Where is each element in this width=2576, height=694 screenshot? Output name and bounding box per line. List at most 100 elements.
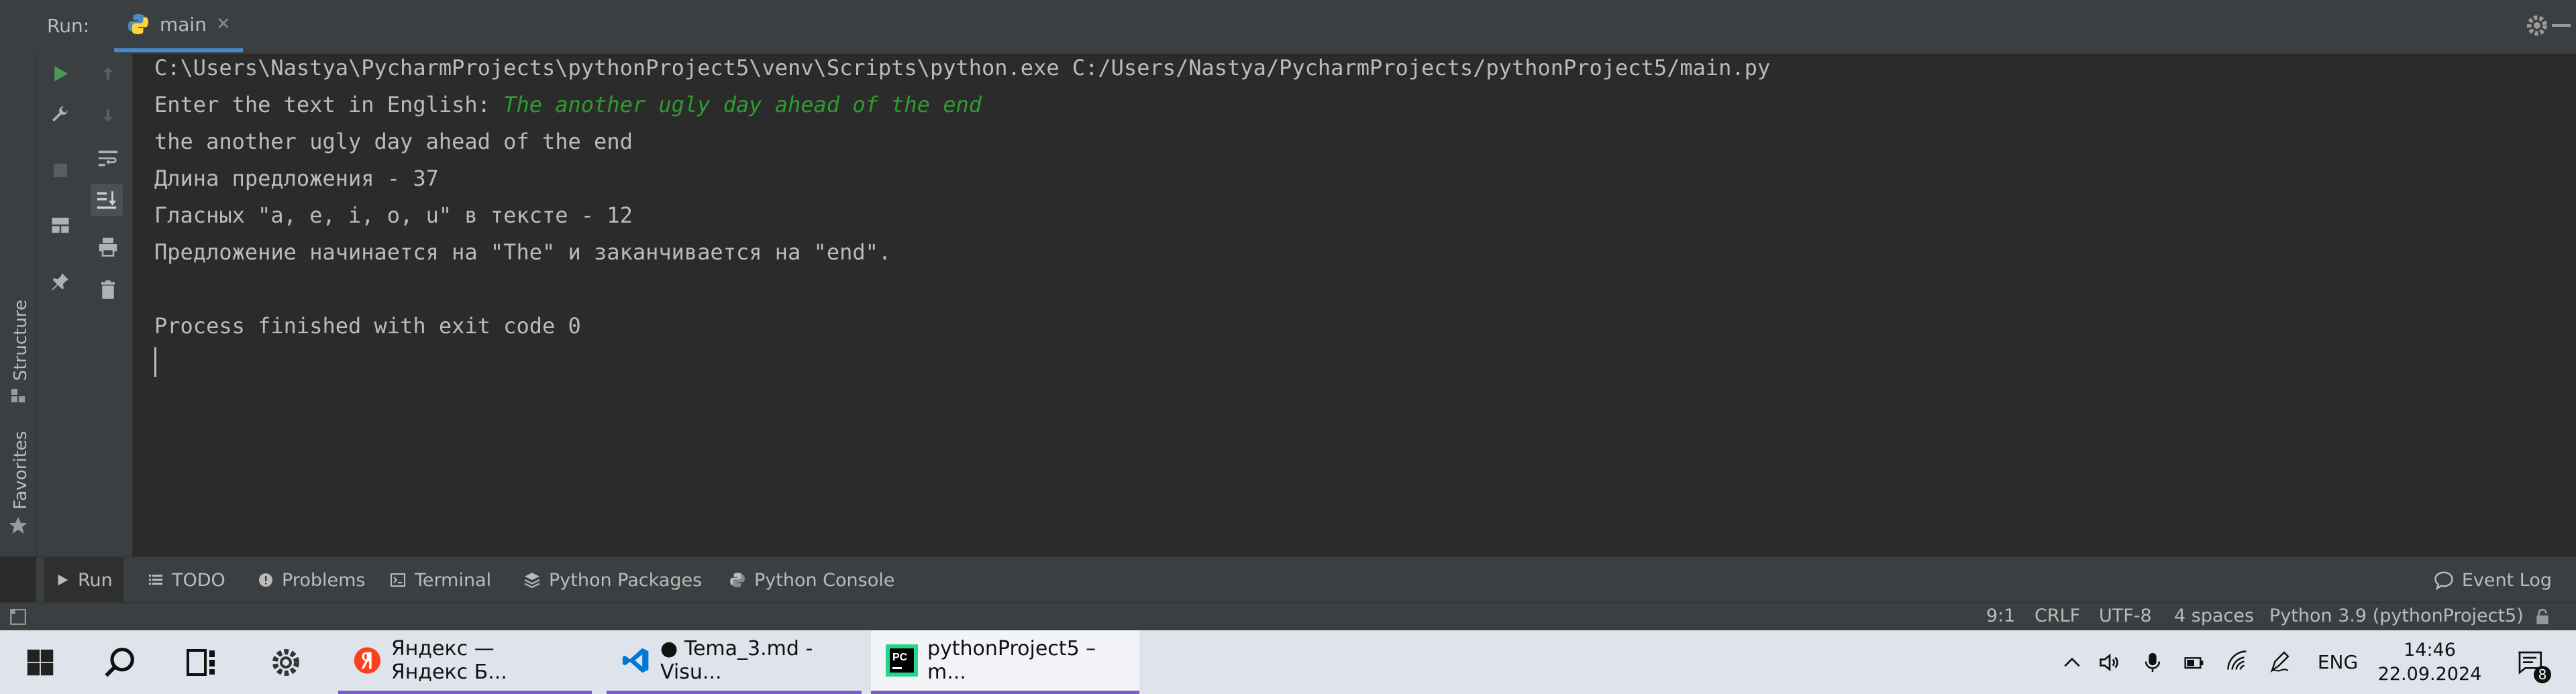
console-user-input: The another ugly day ahead of the end (503, 92, 982, 117)
tab-main[interactable]: main ✕ (114, 0, 243, 52)
console-line: Предложение начинается на "The" и заканч… (154, 239, 892, 265)
task-view-button[interactable] (174, 630, 228, 694)
stop-icon (54, 164, 67, 177)
chevron-up-icon (2064, 657, 2080, 667)
arrow-down-icon (103, 109, 113, 122)
console-line: Длина предложения - 37 (154, 166, 439, 191)
caret-position[interactable]: 9:1 (1986, 605, 2015, 626)
wrench-icon (52, 106, 68, 122)
taskbar-app-vscode[interactable]: ● Tema_3.md - Visu... (607, 630, 862, 694)
console-prompt: Enter the text in English: (154, 92, 504, 117)
star-icon (9, 516, 28, 534)
search-button[interactable] (94, 630, 148, 694)
minimize-icon[interactable] (2552, 24, 2571, 27)
pen-button[interactable] (2265, 630, 2295, 694)
down-button[interactable] (92, 99, 124, 131)
console-line: Process finished with exit code 0 (154, 313, 581, 339)
restore-layout-button[interactable] (44, 209, 76, 241)
play-icon (58, 574, 68, 586)
taskbar-app-pycharm[interactable]: PC pythonProject5 – m... (871, 630, 1139, 694)
tab-python-console[interactable]: Python Console (718, 557, 905, 603)
speech-bubble-icon (2434, 571, 2453, 590)
clear-all-button[interactable] (92, 274, 124, 306)
svg-text:PC: PC (892, 652, 908, 663)
wrap-icon (98, 150, 118, 167)
rerun-button[interactable] (44, 58, 76, 90)
event-log-button[interactable]: Event Log (2423, 557, 2563, 603)
python-icon (730, 573, 745, 587)
taskbar-app-label: Яндекс — Яндекс Б... (391, 637, 507, 684)
tab-terminal-label: Terminal (415, 569, 492, 591)
pin-tab-button[interactable] (44, 266, 76, 298)
input-language[interactable]: ENG (2308, 630, 2367, 694)
start-button[interactable] (13, 630, 67, 694)
edit-config-button[interactable] (44, 99, 76, 131)
clock[interactable]: 14:46 22.09.2024 (2373, 630, 2487, 694)
terminal-icon (391, 573, 405, 587)
favorites-tool-button[interactable]: Favorites (5, 431, 31, 543)
tab-todo[interactable]: TODO (137, 557, 236, 603)
run-tool-header (36, 0, 2576, 54)
wifi-icon (2227, 650, 2247, 670)
battery-icon (2184, 656, 2204, 669)
taskbar-app-yandex[interactable]: Яндекс — Яндекс Б... (338, 630, 592, 694)
tab-python-packages-label: Python Packages (549, 569, 703, 591)
windows-taskbar: Яндекс — Яндекс Б... ● Tema_3.md - Visu.… (0, 630, 2576, 694)
run-toolbar-secondary (84, 54, 133, 557)
scroll-end-icon (97, 191, 117, 209)
settings-button[interactable] (259, 630, 313, 694)
line-separator[interactable]: CRLF (2034, 605, 2080, 626)
console-prompt-line: Enter the text in English: The another u… (154, 92, 982, 117)
python-interpreter[interactable]: Python 3.9 (pythonProject5) (2269, 605, 2524, 626)
close-icon[interactable]: ✕ (216, 14, 231, 34)
up-button[interactable] (92, 58, 124, 90)
clock-date: 22.09.2024 (2377, 663, 2482, 685)
tray-overflow-button[interactable] (2057, 630, 2087, 694)
indent-setting[interactable]: 4 spaces (2174, 605, 2254, 626)
tool-windows-toggle-icon[interactable] (9, 608, 27, 626)
print-button[interactable] (92, 231, 124, 263)
microphone-button[interactable] (2138, 630, 2167, 694)
pen-icon (2270, 650, 2289, 673)
layout-icon (52, 217, 69, 233)
tool-window-bar: Run TODO Problems Terminal Python Packag… (36, 557, 2576, 603)
clock-time: 14:46 (2404, 639, 2456, 660)
alert-icon (259, 573, 272, 587)
soft-wrap-button[interactable] (92, 142, 124, 174)
console-line: Гласных "a, e, i, o, u" в тексте - 12 (154, 203, 633, 228)
structure-label: Structure (11, 300, 31, 381)
battery-button[interactable] (2179, 630, 2209, 694)
console-line: C:\Users\Nastya\PycharmProjects\pythonPr… (154, 55, 1771, 80)
pin-icon (52, 273, 69, 290)
notification-center-button[interactable]: 8 (2503, 630, 2557, 694)
tab-todo-label: TODO (172, 569, 225, 591)
scroll-to-end-button[interactable] (91, 184, 123, 216)
wifi-button[interactable] (2222, 630, 2252, 694)
structure-tool-button[interactable]: Structure (5, 300, 31, 416)
python-icon (128, 14, 148, 34)
tab-main-label: main (160, 13, 207, 36)
volume-button[interactable] (2095, 630, 2124, 694)
structure-icon (11, 389, 25, 402)
lock-icon[interactable] (2534, 608, 2551, 626)
tab-problems[interactable]: Problems (247, 557, 376, 603)
gear-icon[interactable] (2524, 12, 2551, 39)
stop-button[interactable] (44, 154, 76, 186)
play-icon (54, 66, 68, 82)
tab-python-packages[interactable]: Python Packages (513, 557, 713, 603)
tab-terminal[interactable]: Terminal (378, 557, 502, 603)
arrow-up-icon (103, 67, 113, 80)
speaker-icon (2100, 653, 2118, 671)
vscode-icon (622, 648, 649, 673)
microphone-icon (2145, 652, 2161, 672)
console-output[interactable]: C:\Users\Nastya\PycharmProjects\pythonPr… (133, 54, 2576, 557)
run-label: Run: (47, 15, 90, 37)
pycharm-icon: PC (886, 644, 918, 677)
file-encoding[interactable]: UTF-8 (2099, 605, 2152, 626)
console-line: the another ugly day ahead of the end (154, 129, 633, 154)
layers-icon (524, 573, 540, 589)
tab-run[interactable]: Run (44, 557, 123, 603)
status-bar: 9:1 CRLF UTF-8 4 spaces Python 3.9 (pyth… (0, 602, 2576, 631)
search-icon (105, 647, 134, 677)
settings-gear-icon (272, 648, 299, 676)
